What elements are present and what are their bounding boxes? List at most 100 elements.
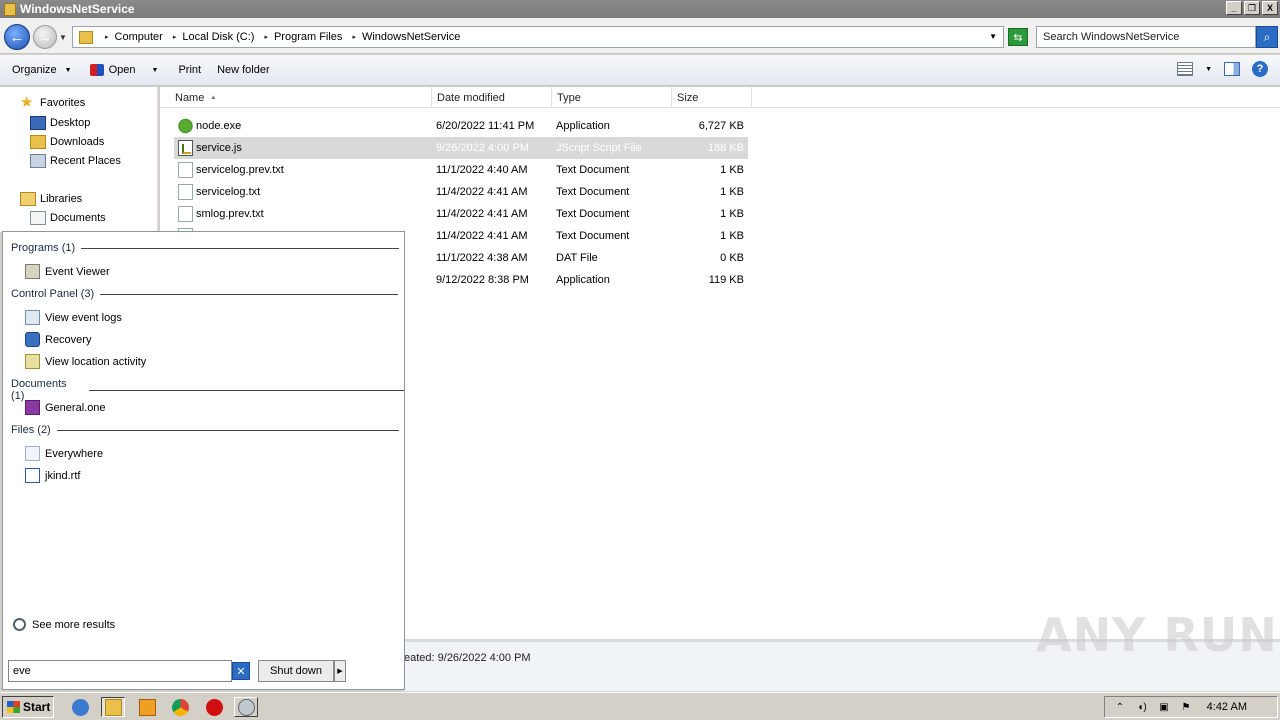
close-button[interactable]: X: [1262, 1, 1278, 15]
open-dropdown-button[interactable]: ▼: [142, 55, 165, 85]
onenote-icon: [25, 400, 40, 415]
preview-pane-icon[interactable]: [1224, 62, 1240, 76]
text-file-icon: [178, 162, 193, 178]
navigation-pane: ★ Favorites Desktop Downloads Recent Plac…: [0, 87, 158, 232]
nav-recent-places[interactable]: Recent Places: [30, 154, 121, 168]
column-size[interactable]: Size: [672, 87, 752, 108]
sort-ascending-icon: ▲: [210, 94, 217, 101]
file-name: servicelog.prev.txt: [196, 164, 284, 176]
nav-documents[interactable]: Documents: [30, 211, 106, 225]
nav-libraries-label: Libraries: [40, 193, 83, 205]
search-icon[interactable]: ⌕: [1256, 26, 1278, 48]
file-type: Text Document: [556, 164, 630, 176]
file-date: 11/1/2022 4:40 AM: [436, 164, 528, 176]
change-view-icon[interactable]: [1177, 62, 1194, 76]
clock[interactable]: 4:42 AM: [1207, 701, 1247, 713]
start-search-input[interactable]: eve: [8, 660, 232, 682]
volume-icon[interactable]: ◖): [1135, 700, 1149, 714]
file-type: DAT File: [556, 252, 598, 264]
nav-libraries[interactable]: Libraries: [20, 192, 82, 206]
column-name-label: Name: [175, 91, 205, 104]
internet-explorer-icon[interactable]: [68, 697, 92, 717]
result-label: Recovery: [45, 333, 92, 346]
show-hidden-icons-icon[interactable]: ⌃: [1113, 700, 1127, 714]
column-name[interactable]: Name ▲: [170, 87, 432, 108]
breadcrumb-windowsnetservice[interactable]: WindowsNetService: [362, 31, 460, 43]
file-row[interactable]: node.exe 6/20/2022 11:41 PM Application …: [174, 115, 748, 137]
action-center-flag-icon[interactable]: ⚑: [1179, 700, 1193, 714]
start-button[interactable]: Start: [2, 696, 54, 718]
file-name: service.js: [196, 142, 242, 154]
opera-icon[interactable]: [202, 697, 226, 717]
open-icon: [89, 64, 104, 76]
nav-desktop[interactable]: Desktop: [30, 116, 90, 130]
file-date: 9/26/2022 4:00 PM: [436, 142, 529, 154]
refresh-button[interactable]: ⇆: [1008, 28, 1028, 46]
result-everywhere[interactable]: Everywhere: [25, 446, 103, 461]
breadcrumb-local-disk[interactable]: Local Disk (C:): [182, 31, 254, 43]
address-bar[interactable]: ▸ Computer ▸ Local Disk (C:) ▸ Program File…: [72, 26, 1004, 48]
breadcrumb-computer[interactable]: Computer: [115, 31, 163, 43]
windows-explorer-icon[interactable]: [101, 697, 125, 717]
clear-search-icon[interactable]: ✕: [232, 662, 250, 680]
breadcrumb-arrow-icon[interactable]: ▸: [352, 33, 356, 41]
breadcrumb-arrow-icon[interactable]: ▸: [105, 33, 109, 41]
breadcrumb-arrow-icon[interactable]: ▸: [173, 33, 177, 41]
media-player-icon[interactable]: [135, 697, 159, 717]
chevron-down-icon[interactable]: ▼: [1205, 66, 1212, 73]
open-button[interactable]: Open: [84, 55, 142, 85]
organize-button[interactable]: Organize ▼: [6, 55, 78, 85]
nav-downloads-label: Downloads: [50, 136, 105, 148]
search-icon: [13, 618, 26, 631]
nav-downloads[interactable]: Downloads: [30, 135, 104, 149]
help-icon[interactable]: ?: [1252, 61, 1268, 77]
print-button[interactable]: Print: [172, 55, 207, 85]
restore-button[interactable]: ❐: [1244, 1, 1260, 15]
forward-button[interactable]: →: [33, 25, 57, 49]
result-view-location-activity[interactable]: View location activity: [25, 354, 146, 369]
shut-down-options-arrow-icon[interactable]: ▶: [334, 660, 346, 682]
file-row-selected[interactable]: service.js 9/26/2022 4:00 PM JScript Scr…: [174, 137, 748, 159]
column-type[interactable]: Type: [552, 87, 672, 108]
column-header-row: Name ▲ Date modified Type Size: [160, 87, 1280, 108]
address-dropdown-icon[interactable]: ▼: [989, 32, 997, 41]
minimize-button[interactable]: _: [1226, 1, 1242, 15]
star-icon: ★: [20, 94, 34, 111]
result-general-one[interactable]: General.one: [25, 400, 106, 415]
breadcrumb-arrow-icon[interactable]: ▸: [264, 33, 268, 41]
result-recovery[interactable]: Recovery: [25, 332, 91, 347]
search-input[interactable]: Search WindowsNetService: [1036, 26, 1256, 48]
breadcrumb-program-files[interactable]: Program Files: [274, 31, 342, 43]
application-icon: [178, 118, 193, 134]
shut-down-button[interactable]: Shut down: [258, 660, 334, 682]
network-icon[interactable]: ▣: [1157, 700, 1171, 714]
file-size: 1 KB: [720, 208, 744, 220]
nav-favorites[interactable]: ★ Favorites: [20, 94, 85, 111]
file-row[interactable]: servicelog.txt 11/4/2022 4:41 AM Text Do…: [174, 181, 748, 203]
file-row[interactable]: smlog.prev.txt 11/4/2022 4:41 AM Text Do…: [174, 203, 748, 225]
see-more-results-link[interactable]: See more results: [13, 618, 115, 631]
taskbar: Start ⌃ ◖) ▣ ⚑ 4:42 AM: [0, 692, 1280, 720]
file-type: JScript Script File: [556, 142, 642, 154]
column-date-modified[interactable]: Date modified: [432, 87, 552, 108]
divider: [56, 429, 399, 431]
result-jkind-rtf[interactable]: jkind.rtf: [25, 468, 80, 483]
result-view-event-logs[interactable]: View event logs: [25, 310, 122, 325]
result-label: View event logs: [45, 311, 122, 324]
file-date: 11/4/2022 4:41 AM: [436, 230, 528, 242]
window-title-bar[interactable]: WindowsNetService _ ❐ X: [0, 0, 1280, 18]
file-row[interactable]: servicelog.prev.txt 11/1/2022 4:40 AM Te…: [174, 159, 748, 181]
window-controls: _ ❐ X: [1226, 1, 1278, 15]
new-folder-button[interactable]: New folder: [211, 55, 276, 85]
downloads-icon: [30, 135, 46, 149]
file-size: 1 KB: [720, 164, 744, 176]
folder-icon: [4, 2, 16, 16]
section-files: Files (2): [11, 424, 399, 436]
recent-pages-dropdown[interactable]: ▼: [59, 33, 67, 42]
windows-logo-icon: [7, 701, 20, 713]
chrome-icon[interactable]: [168, 697, 192, 717]
result-event-viewer[interactable]: Event Viewer: [25, 264, 110, 279]
file-type: Text Document: [556, 230, 630, 242]
back-button[interactable]: ←: [4, 24, 30, 50]
tool-icon[interactable]: [234, 697, 258, 717]
